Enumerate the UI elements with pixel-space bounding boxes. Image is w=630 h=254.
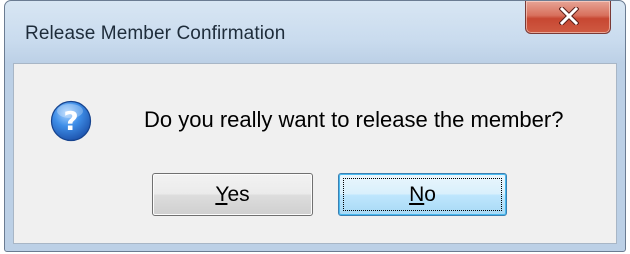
yes-mnemonic: Y (215, 183, 228, 206)
no-label-rest: o (424, 183, 436, 206)
window-title: Release Member Confirmation (25, 23, 286, 44)
no-mnemonic: N (409, 183, 425, 206)
yes-button[interactable]: Yes (152, 173, 313, 216)
dialog-window: Release Member Confirmation ? Do you rea… (4, 0, 626, 252)
svg-text:?: ? (63, 107, 78, 137)
no-button-label: No (339, 183, 506, 207)
yes-label-rest: es (227, 183, 250, 206)
title-bar[interactable]: Release Member Confirmation (5, 1, 625, 63)
question-icon: ? (50, 100, 92, 142)
confirmation-message: Do you really want to release the member… (144, 107, 564, 132)
yes-button-label: Yes (153, 183, 312, 207)
close-x-icon (559, 7, 579, 25)
close-button[interactable] (525, 1, 611, 34)
no-button[interactable]: No (338, 173, 507, 216)
dialog-body: ? Do you really want to release the memb… (13, 63, 617, 244)
